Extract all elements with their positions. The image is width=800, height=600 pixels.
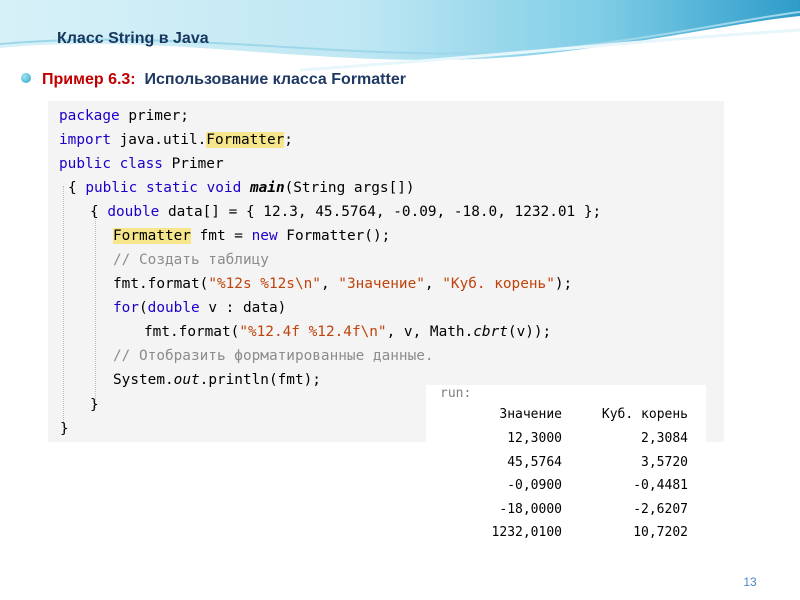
code-text: Formatter(); (277, 228, 391, 244)
code-string: "Куб. корень" (442, 276, 555, 292)
output-row: 1232,0100 10,7202 (0, 525, 688, 570)
code-text: fmt.format( (144, 324, 240, 340)
code-line-14: } (60, 417, 69, 441)
code-keyword: package (59, 108, 120, 124)
output-cbrt: 3,5720 (641, 455, 688, 470)
code-line-6: Formatter fmt = new Formatter(); (113, 224, 390, 248)
slide-title: Класс String в Java (57, 30, 209, 47)
code-string: "%12s %12s\n" (208, 276, 321, 292)
bullet-icon (21, 73, 31, 83)
code-field: out (173, 372, 200, 388)
code-keyword: double (107, 204, 160, 220)
code-text: data[] = { 12.3, 45.5764, -0.09, -18.0, … (159, 204, 602, 220)
code-text: } (90, 397, 99, 413)
code-text: System. (113, 372, 174, 388)
code-highlight: Formatter (206, 132, 285, 148)
code-line-11: // Отобразить форматированные данные. (113, 344, 434, 368)
code-string: "%12.4f %12.4f\n" (239, 324, 387, 340)
output-value: 12,3000 (507, 431, 562, 446)
code-text: fmt.format( (113, 276, 209, 292)
code-keyword: new (251, 228, 278, 244)
code-string: "Значение" (338, 276, 425, 292)
code-text: ); (554, 276, 573, 292)
code-line-2: import java.util.Formatter; (59, 128, 293, 152)
code-line-7: // Создать таблицу (113, 248, 269, 272)
code-line-1: package primer; (59, 104, 189, 128)
code-text: Primer (162, 156, 224, 172)
code-keyword: public static void (85, 180, 242, 196)
page-number: 13 (743, 575, 757, 589)
code-text: , v, Math. (386, 324, 474, 340)
code-line-12: System.out.println(fmt); (113, 368, 321, 392)
code-text: primer; (119, 108, 189, 124)
code-line-3: public class Primer (59, 152, 224, 176)
code-method: main (249, 180, 285, 196)
output-cbrt: -2,6207 (633, 502, 688, 517)
code-keyword: public class (59, 156, 163, 172)
output-cbrt: 10,7202 (633, 525, 688, 540)
output-header-cbrt: Куб. корень (601, 407, 688, 422)
code-keyword: import (59, 132, 111, 148)
code-text: , (424, 276, 443, 292)
output-cbrt: 2,3084 (641, 431, 688, 446)
output-run-label: run: (440, 386, 472, 401)
output-value: -0,0900 (507, 478, 562, 493)
example-subtitle: Пример 6.3: Использование класса Formatt… (42, 71, 406, 89)
output-value: -18,0000 (499, 502, 562, 517)
code-line-4: { public static void main(String args[]) (68, 176, 415, 200)
code-comment: // Создать таблицу (113, 252, 269, 268)
code-text: } (60, 421, 69, 437)
code-text: ( (139, 300, 148, 316)
output-cbrt: -0,4481 (633, 478, 688, 493)
output-value: 1232,0100 (491, 525, 562, 540)
code-line-13: } (90, 393, 99, 417)
code-keyword: double (147, 300, 200, 316)
code-line-8: fmt.format("%12s %12s\n", "Значение", "К… (113, 272, 572, 296)
code-line-5: { double data[] = { 12.3, 45.5764, -0.09… (90, 200, 601, 224)
code-text: java.util. (110, 132, 207, 148)
code-text: { (68, 180, 86, 196)
code-text: ; (284, 132, 293, 148)
output-header-value: Значение (499, 407, 562, 422)
code-text: , (320, 276, 339, 292)
code-text: (String args[]) (284, 180, 415, 196)
output-value: 45,5764 (507, 455, 562, 470)
code-highlight: Formatter (113, 228, 191, 244)
example-label: Пример 6.3: (42, 71, 136, 88)
code-text: (v)); (507, 324, 552, 340)
code-text: .println(fmt); (199, 372, 321, 388)
code-text: fmt = (190, 228, 252, 244)
indent-guide (95, 212, 96, 408)
indent-guide (63, 186, 64, 432)
code-method: cbrt (473, 324, 508, 340)
code-keyword: for (113, 300, 139, 316)
code-line-10: fmt.format("%12.4f %12.4f\n", v, Math.cb… (144, 320, 551, 344)
code-line-9: for(double v : data) (113, 296, 286, 320)
code-text: { (90, 204, 108, 220)
example-title: Использование класса Formatter (144, 71, 406, 88)
code-text: v : data) (199, 300, 287, 316)
code-comment: // Отобразить форматированные данные. (113, 348, 434, 364)
